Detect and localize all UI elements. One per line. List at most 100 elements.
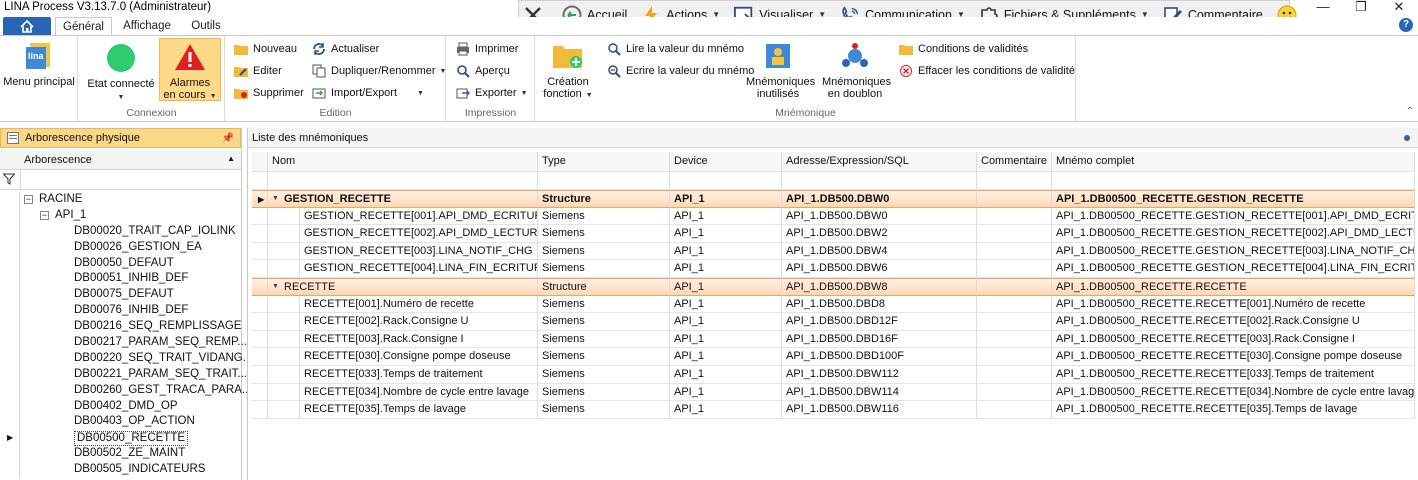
cell-complet[interactable]: API_1.DB00500_RECETTE.RECETTE[003].Rack.…	[1052, 330, 1415, 349]
import-export-button[interactable]: Import/Export ▼	[311, 84, 424, 102]
filter-input-type[interactable]	[538, 172, 670, 190]
cell-type[interactable]: Siemens	[538, 383, 670, 402]
mnemoniques-inutilises-button[interactable]: Mnémoniques inutilisés	[746, 40, 815, 100]
table-row[interactable]: GESTION_RECETTE[003].LINA_NOTIF_CHG Sieme…	[252, 242, 1415, 261]
cell-type[interactable]: Structure	[538, 277, 670, 296]
tab-general[interactable]: Général	[55, 17, 112, 36]
cell-nom[interactable]: GESTION_RECETTE[003].LINA_NOTIF_CHG	[300, 242, 538, 261]
cell-nom[interactable]: GESTION_RECETTE[002].API_DMD_LECTURE	[300, 225, 538, 243]
tree-item[interactable]: − RACINE	[0, 192, 241, 208]
cell-complet[interactable]: API_1.DB00500_RECETTE.GESTION_RECETTE	[1052, 190, 1415, 208]
cell-complet[interactable]: API_1.DB00500_RECETTE.RECETTE[001].Numér…	[1052, 295, 1415, 314]
tab-affichage[interactable]: Affichage	[116, 17, 178, 36]
cell-complet[interactable]: API_1.DB00500_RECETTE.RECETTE[030].Consi…	[1052, 348, 1415, 366]
table-row[interactable]: GESTION_RECETTE[004].LINA_FIN_ECRITURE Si…	[252, 260, 1415, 278]
cell-adresse[interactable]: API_1.DB500.DBW6	[782, 260, 977, 278]
collapse-icon[interactable]: ▼	[272, 190, 279, 207]
cell-nom[interactable]: GESTION_RECETTE	[268, 190, 538, 208]
cell-nom[interactable]: GESTION_RECETTE[001].API_DMD_ECRITURE	[300, 207, 538, 226]
dupliquer-button[interactable]: Dupliquer/Renommer ▼	[311, 62, 446, 80]
cell-complet[interactable]: API_1.DB00500_RECETTE.RECETTE[033].Temps…	[1052, 365, 1415, 384]
cell-device[interactable]: API_1	[670, 313, 782, 331]
imprimer-button[interactable]: Imprimer	[455, 40, 518, 58]
column-header-type[interactable]: Type	[538, 152, 670, 172]
table-row[interactable]: GESTION_RECETTE[001].API_DMD_ECRITURE Sie…	[252, 207, 1415, 226]
cell-commentaire[interactable]	[977, 260, 1052, 278]
cell-commentaire[interactable]	[977, 225, 1052, 243]
cell-commentaire[interactable]	[977, 313, 1052, 331]
table-row[interactable]: RECETTE[003].Rack.Consigne I Siemens API_1…	[252, 330, 1415, 349]
cell-adresse[interactable]: API_1.DB500.DBD16F	[782, 330, 977, 349]
effacer-conditions-button[interactable]: Effacer les conditions de validité	[898, 62, 1075, 80]
creation-fonction-button[interactable]: Création fonction ▼	[540, 40, 596, 102]
actualiser-button[interactable]: Actualiser	[311, 40, 379, 58]
table-row[interactable]: RECETTE[034].Nombre de cycle entre lavag…	[252, 383, 1415, 402]
cell-type[interactable]: Siemens	[538, 348, 670, 366]
cell-adresse[interactable]: API_1.DB500.DBW112	[782, 365, 977, 384]
cell-device[interactable]: API_1	[670, 242, 782, 261]
minimize-button[interactable]: —	[1304, 0, 1342, 17]
collapse-icon[interactable]: −	[24, 195, 33, 204]
apercu-button[interactable]: Aperçu	[455, 62, 510, 80]
cell-type[interactable]: Siemens	[538, 295, 670, 314]
cell-type[interactable]: Siemens	[538, 313, 670, 331]
sort-asc-icon[interactable]: ▲	[227, 154, 235, 163]
cell-type[interactable]: Siemens	[538, 365, 670, 384]
cell-type[interactable]: Siemens	[538, 207, 670, 226]
tree-item[interactable]: DB00075_DEFAUT	[0, 287, 241, 304]
cell-nom[interactable]: GESTION_RECETTE[004].LINA_FIN_ECRITURE	[300, 260, 538, 278]
cell-complet[interactable]: API_1.DB00500_RECETTE.RECETTE[035].Temps…	[1052, 401, 1415, 419]
cell-commentaire[interactable]	[977, 348, 1052, 366]
tree-item[interactable]: DB00051_INHIB_DEF	[0, 271, 241, 288]
tree-item[interactable]: DB00221_PARAM_SEQ_TRAIT...	[0, 366, 247, 383]
cell-type[interactable]: Siemens	[538, 330, 670, 349]
cell-type[interactable]: Structure	[538, 190, 670, 208]
column-header-nom[interactable]: Nom	[268, 152, 538, 172]
column-header-device[interactable]: Device	[670, 152, 782, 172]
cell-nom[interactable]: RECETTE[002].Rack.Consigne U	[300, 313, 538, 331]
cell-adresse[interactable]: API_1.DB500.DBD100F	[782, 348, 977, 366]
alarmes-button[interactable]: Alarmes en cours ▼	[159, 38, 221, 101]
filter-icon[interactable]	[2, 173, 16, 188]
tree-item[interactable]: DB00217_PARAM_SEQ_REMP...	[0, 335, 247, 351]
cell-adresse[interactable]: API_1.DB500.DBW116	[782, 401, 977, 419]
filter-input-commentaire[interactable]	[977, 172, 1052, 190]
column-header-complet[interactable]: Mnémo complet	[1052, 152, 1415, 172]
cell-adresse[interactable]: API_1.DB500.DBW2	[782, 225, 977, 243]
cell-adresse[interactable]: API_1.DB500.DBW0	[782, 190, 977, 208]
tree-item[interactable]: − API_1	[0, 207, 241, 224]
mnemoniques-doublon-button[interactable]: Mnémoniques en doublon	[822, 40, 891, 100]
column-header-commentaire[interactable]: Commentaire	[977, 152, 1052, 172]
help-button[interactable]: ?	[1399, 18, 1413, 32]
cell-device[interactable]: API_1	[670, 190, 782, 208]
cell-device[interactable]: API_1	[670, 348, 782, 366]
table-row[interactable]: RECETTE[030].Consigne pompe doseuse Sieme…	[252, 348, 1415, 366]
cell-commentaire[interactable]	[977, 383, 1052, 402]
conditions-button[interactable]: Conditions de validités	[898, 40, 1028, 58]
tree-item[interactable]: DB00020_TRAIT_CAP_IOLINK	[0, 223, 241, 240]
tree-item[interactable]: DB00505_INDICATEURS	[0, 462, 241, 479]
table-row[interactable]: RECETTE[035].Temps de lavage Siemens API_1…	[252, 401, 1415, 419]
column-header-adresse[interactable]: Adresse/Expression/SQL	[782, 152, 977, 172]
cell-device[interactable]: API_1	[670, 401, 782, 419]
cell-commentaire[interactable]	[977, 330, 1052, 349]
ecrire-valeur-button[interactable]: Ecrire la valeur du mnémo	[606, 62, 754, 80]
table-row[interactable]: RECETTE Structure API_1 API_1.DB500.DBW8 API…	[252, 277, 1415, 296]
cell-nom[interactable]: RECETTE[034].Nombre de cycle entre lavag…	[300, 383, 538, 402]
table-row[interactable]: RECETTE[033].Temps de traitement Siemens A…	[252, 365, 1415, 384]
cell-adresse[interactable]: API_1.DB500.DBD12F	[782, 313, 977, 331]
cell-device[interactable]: API_1	[670, 207, 782, 226]
tree-item[interactable]: DB00403_OP_ACTION	[0, 414, 241, 431]
cell-commentaire[interactable]	[977, 401, 1052, 419]
tab-outils[interactable]: Outils	[184, 17, 228, 36]
tree-item[interactable]: DB00402_DMD_OP	[0, 398, 241, 415]
cell-complet[interactable]: API_1.DB00500_RECETTE.GESTION_RECETTE[00…	[1052, 242, 1415, 261]
cell-type[interactable]: Siemens	[538, 260, 670, 278]
tab-home[interactable]	[3, 17, 51, 36]
cell-device[interactable]: API_1	[670, 383, 782, 402]
tree-item[interactable]: DB00076_INHIB_DEF	[0, 303, 241, 320]
cell-complet[interactable]: API_1.DB00500_RECETTE.RECETTE[034].Nombr…	[1052, 383, 1415, 402]
cell-nom[interactable]: RECETTE	[268, 277, 538, 296]
lire-valeur-button[interactable]: Lire la valeur du mnémo	[606, 40, 744, 58]
table-row[interactable]: GESTION_RECETTE[002].API_DMD_LECTURE Siem…	[252, 225, 1415, 243]
